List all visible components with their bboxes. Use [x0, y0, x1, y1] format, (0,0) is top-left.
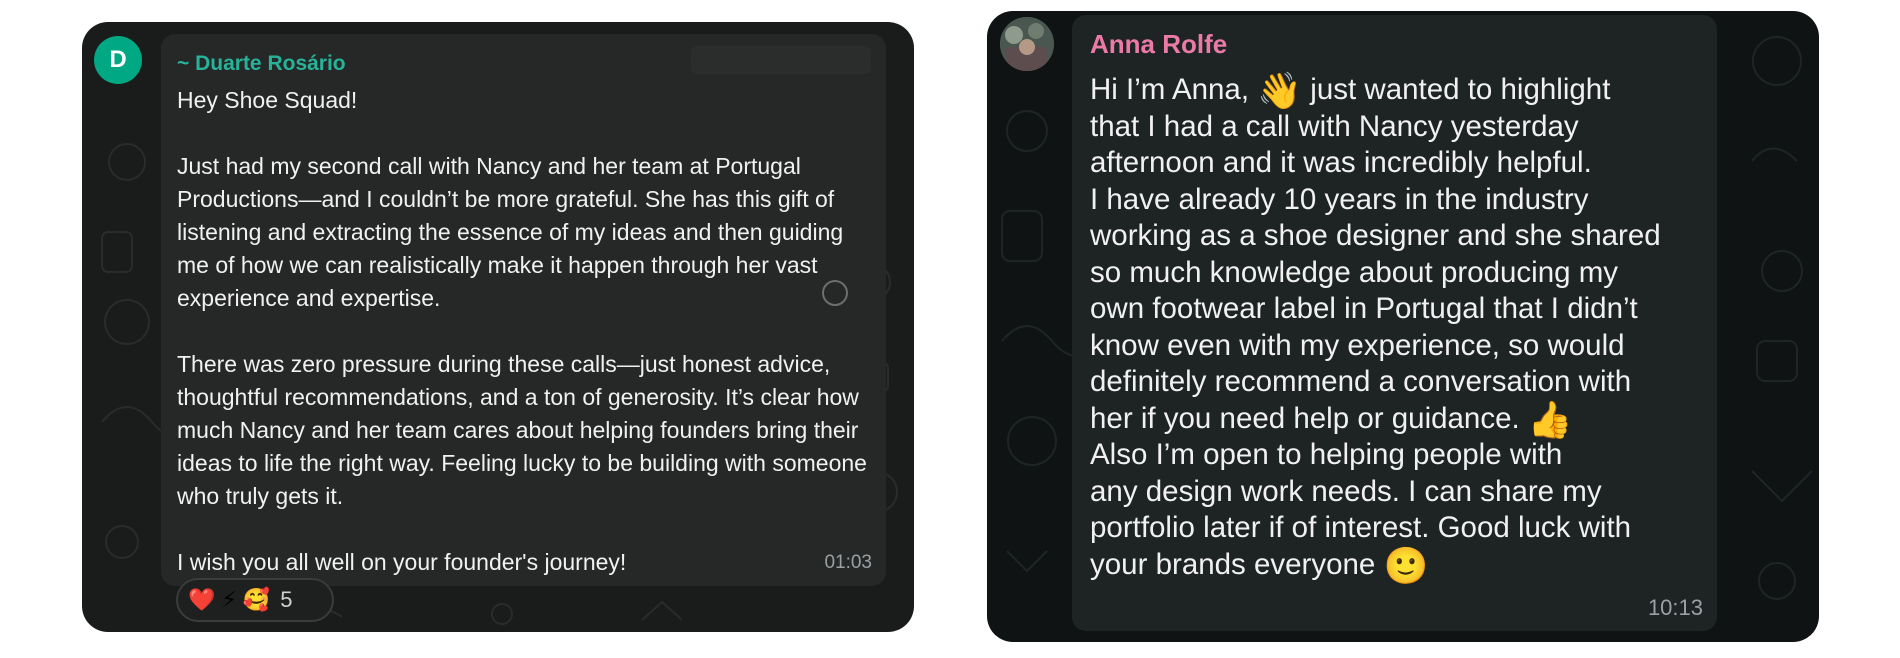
message-action-placeholder — [691, 46, 871, 74]
smiling-face-icon: 🙂 — [1383, 544, 1429, 586]
message-timestamp: 10:13 — [1647, 595, 1703, 620]
reaction-heart: ❤️ — [188, 587, 216, 612]
reaction-smiling-hearts: 🥰 — [242, 587, 271, 612]
message-text-segment: just wanted to highlight — [1310, 73, 1611, 106]
message-paragraph: Just had my second call with Nancy and h… — [177, 153, 844, 311]
sender-name[interactable]: ~ Duarte Rosário — [177, 52, 346, 76]
message-bubble[interactable]: ~ Duarte Rosário Hey Shoe Squad! Just ha… — [161, 34, 886, 586]
message-text-segment: Hi I’m Anna, — [1090, 73, 1250, 106]
reactions-pill[interactable]: ❤️ ⚡ 🥰 5 — [176, 578, 334, 622]
message-line: afternoon and it was incredibly helpful. — [1090, 146, 1592, 179]
avatar-letter: D — [109, 46, 127, 73]
message-line: Hi I’m Anna, 👋 just wanted to highlight — [1090, 72, 1710, 109]
chat-panel-left: D ~ Duarte Rosário Hey Shoe Squad! Just … — [82, 22, 914, 632]
sender-name[interactable]: Anna Rolfe — [1090, 29, 1227, 60]
message-bubble[interactable]: Anna Rolfe Hi I’m Anna, 👋 just wanted to… — [1072, 15, 1717, 631]
message-line: know even with my experience, so would — [1090, 328, 1625, 362]
message-line: that I had a call with Nancy yesterday — [1090, 109, 1579, 143]
message-line: portfolio later if of interest. Good luc… — [1090, 511, 1632, 544]
message-timestamp: 01:03 — [824, 552, 872, 573]
avatar[interactable] — [1000, 17, 1054, 71]
message-line: any design work needs. I can share my — [1090, 474, 1602, 508]
reaction-count: 5 — [280, 587, 293, 612]
message-line: own footwear label in Portugal that I di… — [1090, 292, 1638, 325]
message-line: Also I’m open to helping people with — [1090, 438, 1563, 471]
reaction-lightning: ⚡ — [221, 587, 237, 612]
avatar[interactable]: D — [94, 36, 142, 84]
message-paragraph: I wish you all well on your founder's jo… — [177, 549, 627, 575]
message-line: I have already 10 years in the industry — [1090, 182, 1589, 216]
message-text-segment: her if you need help or guidance. — [1090, 401, 1520, 435]
message-text: Hi I’m Anna, 👋 just wanted to highlight … — [1090, 72, 1710, 586]
message-line: so much knowledge about producing my — [1090, 255, 1619, 289]
waving-hand-icon: 👋 — [1257, 70, 1303, 111]
message-text: Hey Shoe Squad! Just had my second call … — [177, 84, 867, 579]
circle-icon — [822, 280, 848, 306]
message-paragraph: Hey Shoe Squad! — [177, 87, 358, 113]
message-text-segment: your brands everyone — [1090, 547, 1376, 581]
message-line: your brands everyone 🙂 — [1090, 544, 1710, 586]
chat-panel-right: Anna Rolfe Hi I’m Anna, 👋 just wanted to… — [987, 11, 1819, 642]
message-line: working as a shoe designer and she share… — [1090, 219, 1661, 252]
thumbs-up-icon: 👍 — [1527, 398, 1573, 440]
avatar-photo-icon — [1000, 17, 1054, 71]
message-paragraph: There was zero pressure during these cal… — [177, 351, 867, 509]
message-line: definitely recommend a conversation with — [1090, 365, 1632, 398]
message-line: her if you need help or guidance. 👍 — [1090, 398, 1710, 440]
